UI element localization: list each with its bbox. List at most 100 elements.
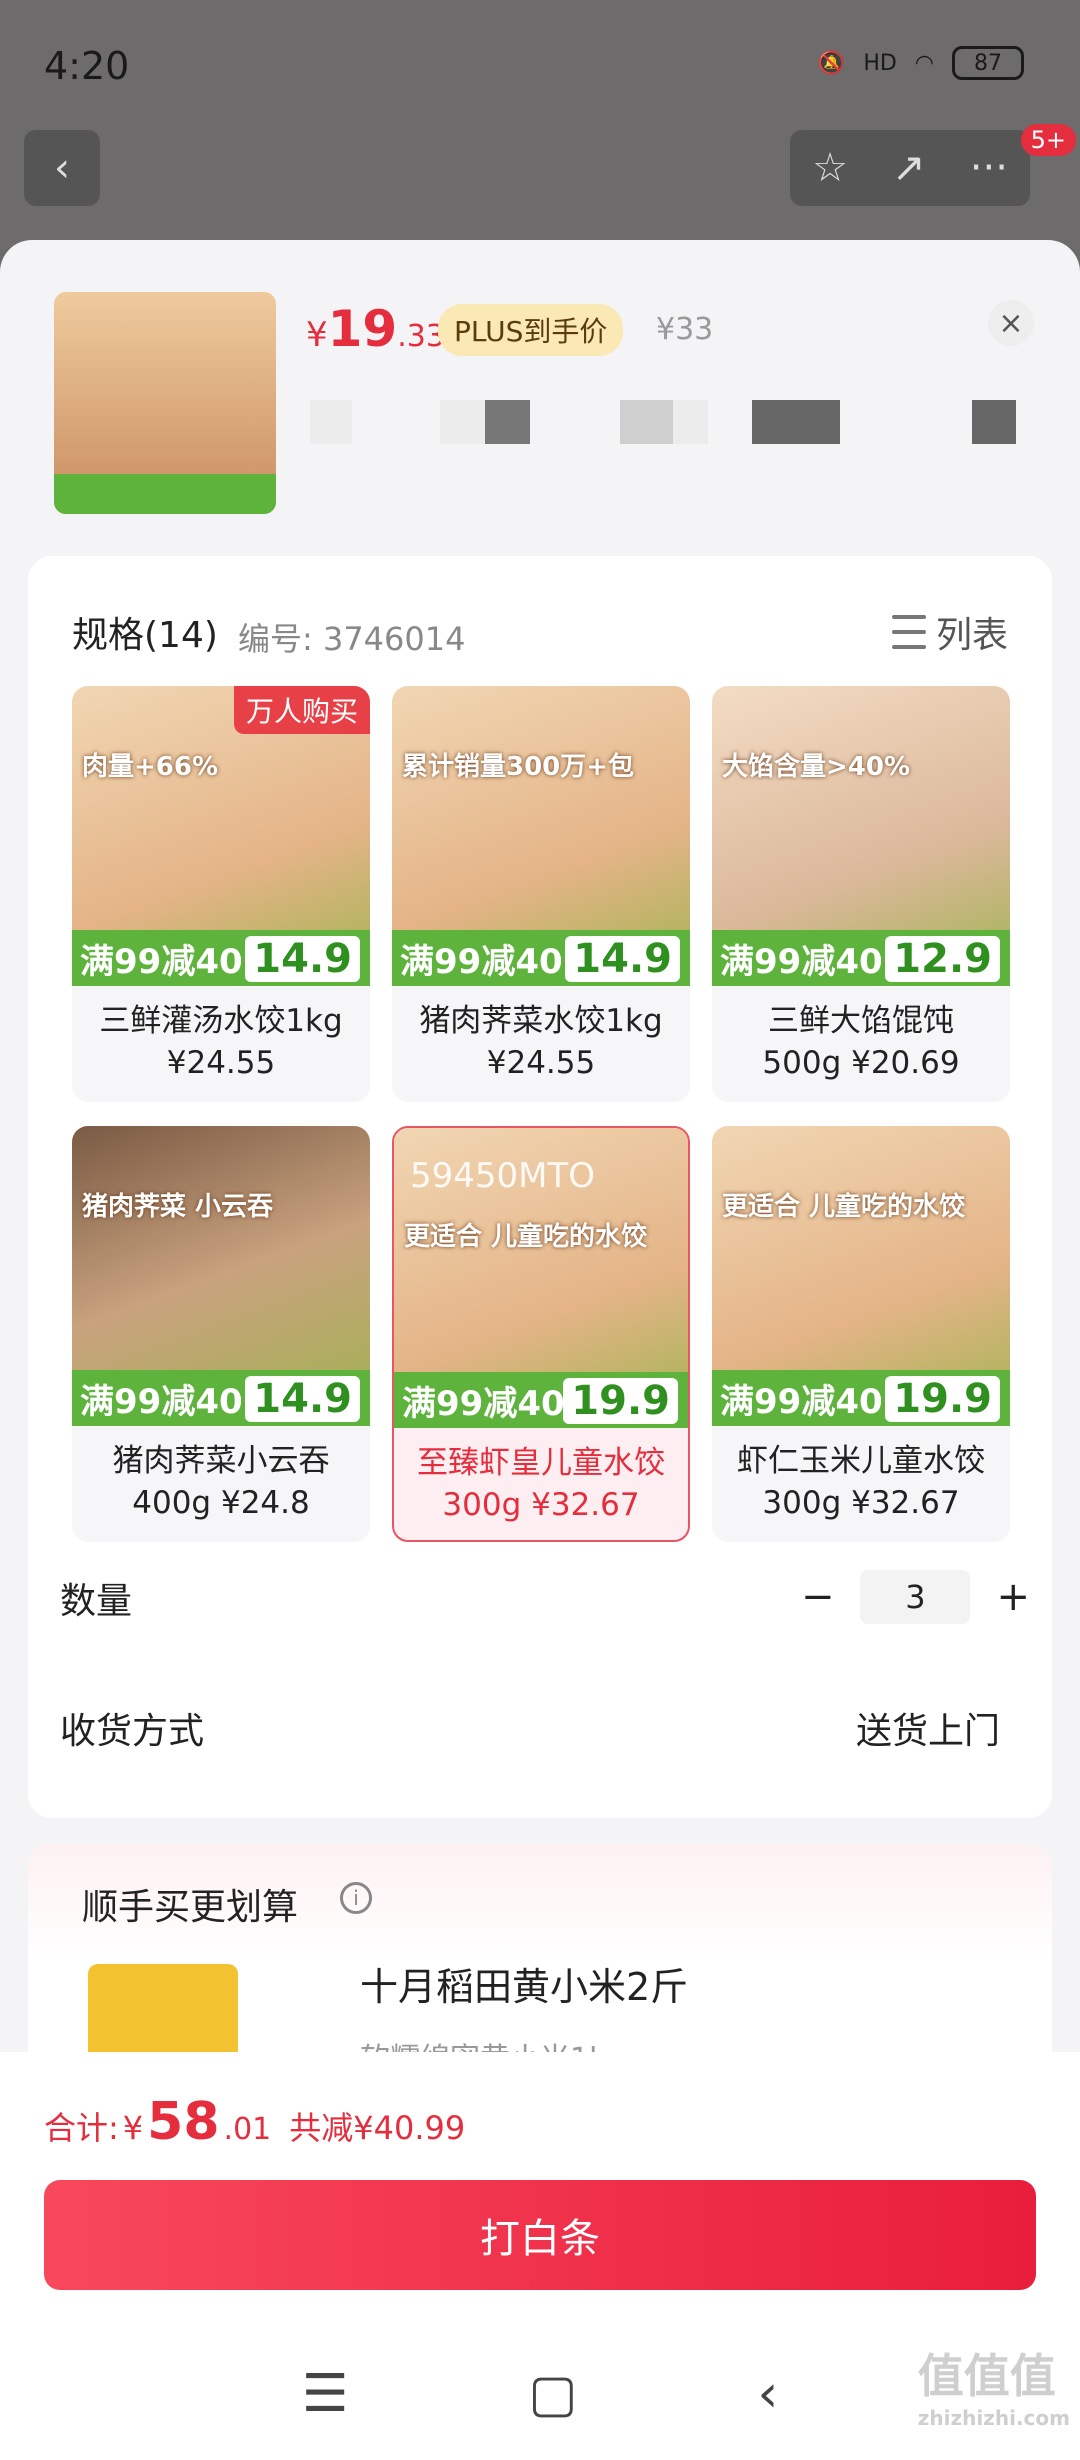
price-symbol: ¥ <box>306 315 328 355</box>
promo-text: 满99减40 <box>720 1381 883 1422</box>
total-label: 合计: <box>44 2109 119 2147</box>
spec-name-text: 至臻虾皇儿童水饺 <box>417 1445 665 1481</box>
promo-text: 满99减40 <box>80 941 243 982</box>
price-integer: 19 <box>327 300 398 358</box>
spec-name: 猪肉荠菜小云吞 400g ¥24.8 <box>72 1440 370 1524</box>
menu-icon[interactable]: ☰ <box>302 2364 349 2424</box>
spec-title: 规格(14) <box>72 615 218 656</box>
spec-name-text: 猪肉荠菜小云吞 <box>112 1443 330 1479</box>
status-bar: 4:20 🔕 HD ◠ 87 <box>0 0 1080 135</box>
spec-price: ¥24.55 <box>166 1045 276 1081</box>
product-summary: ¥ 19 .33 PLUS到手价 ¥33 × <box>0 240 1080 540</box>
spec-price: 400g ¥24.8 <box>132 1485 310 1521</box>
list-label: 列表 <box>935 615 1008 656</box>
spec-selector-sheet: ¥ 19 .33 PLUS到手价 ¥33 × 规格(14) 编号: 374601… <box>0 240 1080 2460</box>
site-watermark: 值值值 zhizhizhi.com <box>918 2340 1070 2430</box>
promo-banner: 满99减40 14.9 <box>72 1370 370 1426</box>
info-icon[interactable]: i <box>340 1882 372 1914</box>
spec-name-text: 猪肉荠菜水饺1kg <box>419 1003 663 1039</box>
promo-banner: 满99减40 19.9 <box>394 1372 688 1428</box>
home-icon[interactable]: ▢ <box>528 2364 577 2424</box>
spec-name: 至臻虾皇儿童水饺 300g ¥32.67 <box>394 1442 688 1526</box>
spec-option[interactable]: 大馅含量>40% 满99减40 12.9 三鲜大馅馄饨 500g ¥20.69 <box>712 686 1010 1102</box>
spec-image: 大馅含量>40% 满99减40 12.9 <box>712 686 1010 986</box>
plus-price-tag: PLUS到手价 <box>438 304 624 356</box>
promo-text: 满99减40 <box>720 941 883 982</box>
share-icon[interactable]: ↗ <box>892 145 926 191</box>
total-decimal: .01 <box>223 2112 272 2147</box>
delivery-value[interactable]: 送货上门 <box>856 1702 1000 1754</box>
image-caption: 猪肉荠菜 小云吞 <box>82 1192 274 1222</box>
plus-icon[interactable]: + <box>996 1574 1030 1620</box>
promo-text: 满99减40 <box>400 941 563 982</box>
chevron-left-icon: ‹ <box>54 145 70 191</box>
image-watermark: 59450MTO <box>410 1156 596 1196</box>
redacted-block <box>310 400 352 444</box>
pay-button[interactable]: 打白条 <box>44 2180 1036 2290</box>
spec-code: 编号: 3746014 <box>238 620 466 658</box>
promo-price: 14.9 <box>245 936 360 982</box>
spec-name-text: 虾仁玉米儿童水饺 <box>737 1443 985 1479</box>
quantity-stepper: − 3 + <box>801 1570 1030 1624</box>
upsell-item-name[interactable]: 十月稻田黄小米2斤 <box>360 1956 688 2011</box>
spec-image: 59450MTO 更适合 儿童吃的水饺 满99减40 19.9 <box>394 1128 688 1428</box>
promo-text: 满99减40 <box>402 1383 565 1424</box>
promo-price: 12.9 <box>885 936 1000 982</box>
spec-card: 规格(14) 编号: 3746014 列表 肉量+66% 满99减40 14.9 … <box>28 556 1052 1818</box>
more-icon[interactable]: ··· <box>970 145 1008 191</box>
signal-icon: HD <box>863 50 897 76</box>
quantity-input[interactable]: 3 <box>860 1570 971 1624</box>
original-price: ¥33 <box>656 312 714 347</box>
total-savings: 共减¥40.99 <box>289 2109 466 2147</box>
close-icon[interactable]: × <box>988 300 1034 346</box>
spec-image: 猪肉荠菜 小云吞 满99减40 14.9 <box>72 1126 370 1426</box>
checkout-footer: 合计: ¥ 58 .01 共减¥40.99 打白条 ☰ ▢ ‹ 值值值 zhiz… <box>0 2052 1080 2460</box>
star-icon[interactable]: ☆ <box>812 145 848 191</box>
battery-icon: 87 <box>952 46 1024 80</box>
spec-name-text: 三鲜大馅馄饨 <box>768 1003 954 1039</box>
redacted-block <box>972 400 1016 444</box>
redacted-block <box>620 400 708 444</box>
spec-name: 虾仁玉米儿童水饺 300g ¥32.67 <box>712 1440 1010 1524</box>
upsell-title: 顺手买更划算 <box>82 1887 299 1928</box>
total-integer: 58 <box>147 2092 220 2152</box>
spec-option[interactable]: 累计销量300万+包 满99减40 14.9 猪肉荠菜水饺1kg ¥24.55 <box>392 686 690 1102</box>
total-price: 合计: ¥ 58 .01 共减¥40.99 <box>44 2092 465 2152</box>
promo-banner: 满99减40 14.9 <box>392 930 690 986</box>
promo-price: 14.9 <box>245 1376 360 1422</box>
spec-name: 猪肉荠菜水饺1kg ¥24.55 <box>392 1000 690 1084</box>
total-symbol: ¥ <box>122 2109 144 2147</box>
spec-price: 300g ¥32.67 <box>762 1485 960 1521</box>
promo-banner: 满99减40 14.9 <box>72 930 370 986</box>
wifi-icon: ◠ <box>914 50 934 76</box>
spec-option-selected[interactable]: 59450MTO 更适合 儿童吃的水饺 满99减40 19.9 至臻虾皇儿童水饺 3… <box>392 1126 690 1542</box>
redacted-block <box>440 400 530 444</box>
action-bar: ☆ ↗ ··· <box>790 130 1030 206</box>
spec-option[interactable]: 猪肉荠菜 小云吞 满99减40 14.9 猪肉荠菜小云吞 400g ¥24.8 <box>72 1126 370 1542</box>
promo-banner: 满99减40 12.9 <box>712 930 1010 986</box>
mute-icon: 🔕 <box>817 50 846 76</box>
list-icon <box>891 615 926 649</box>
redacted-block <box>752 400 840 444</box>
image-caption: 累计销量300万+包 <box>402 752 635 782</box>
promo-banner: 满99减40 19.9 <box>712 1370 1010 1426</box>
spec-name: 三鲜大馅馄饨 500g ¥20.69 <box>712 1000 1010 1084</box>
status-icons: 🔕 HD ◠ 87 <box>818 46 1024 80</box>
product-thumbnail <box>54 292 276 514</box>
spec-price: 500g ¥20.69 <box>762 1045 960 1081</box>
quantity-label: 数量 <box>60 1581 133 1622</box>
delivery-label: 收货方式 <box>60 1711 205 1752</box>
back-icon[interactable]: ‹ <box>757 2364 778 2424</box>
promo-price: 19.9 <box>885 1376 1000 1422</box>
image-caption: 大馅含量>40% <box>722 752 911 782</box>
notification-badge: 5+ <box>1020 124 1076 156</box>
spec-option[interactable]: 肉量+66% 满99减40 14.9 万人购买 三鲜灌汤水饺1kg ¥24.55 <box>72 686 370 1102</box>
list-view-toggle[interactable]: 列表 <box>891 606 1008 658</box>
product-price: ¥ 19 .33 <box>306 300 445 358</box>
spec-option[interactable]: 更适合 儿童吃的水饺 满99减40 19.9 虾仁玉米儿童水饺 300g ¥32.6… <box>712 1126 1010 1542</box>
spec-name: 三鲜灌汤水饺1kg ¥24.55 <box>72 1000 370 1084</box>
image-caption: 更适合 儿童吃的水饺 <box>404 1222 648 1252</box>
minus-icon[interactable]: − <box>801 1574 835 1620</box>
image-caption: 肉量+66% <box>82 752 219 782</box>
back-button[interactable]: ‹ <box>24 130 100 206</box>
